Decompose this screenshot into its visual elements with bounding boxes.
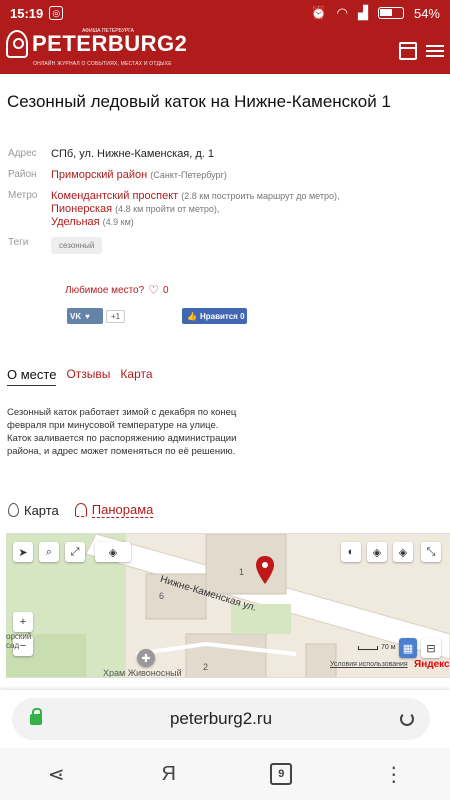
signal-icon: ▟ — [357, 5, 368, 20]
panorama-tab-label: Панорама — [91, 502, 154, 518]
vk-label: VK — [70, 311, 82, 321]
share-icon[interactable]: ⋖ — [36, 754, 76, 794]
fullscreen-icon[interactable]: ⤡ — [421, 542, 441, 562]
metro-label: Метро — [8, 190, 38, 201]
notification-icon: ◎ — [49, 6, 64, 20]
metro-note: (2.8 км построить маршрут до метро), — [181, 191, 340, 201]
site-header: PETERBURG2 АФИША ПЕТЕРБУРГА ОНЛАЙН ЖУРНА… — [0, 26, 450, 74]
battery-icon — [377, 7, 404, 19]
social-buttons: VK ♥ +1 👍 Нравится 0 — [67, 308, 247, 324]
district-note: (Санкт-Петербург) — [150, 170, 227, 180]
metro-link[interactable]: Комендантский проспект — [51, 190, 178, 202]
address-value: СПб, ул. Нижне-Каменская, д. 1 — [51, 148, 215, 160]
map-type-icon[interactable]: ◈ — [367, 542, 387, 562]
tags-row: Теги сезонный — [8, 237, 438, 254]
address-label: Адрес — [8, 148, 37, 159]
battery-level: 54% — [413, 5, 440, 21]
content-tabs: О месте Отзывы Карта — [7, 367, 153, 386]
favorite-label: Любимое место? — [65, 284, 145, 296]
logo-icon — [6, 30, 28, 58]
ruler-icon[interactable]: ⊟ — [421, 638, 441, 658]
zoom-in-button[interactable]: + — [13, 612, 33, 632]
place-properties: Адрес СПб, ул. Нижне-Каменская, д. 1 Рай… — [8, 148, 438, 262]
tab-map[interactable]: Карта — [120, 367, 152, 386]
browser-nav-bar: ⋖ Я 9 ⋮ — [0, 748, 450, 800]
traffic-icon[interactable]: ◐ — [341, 542, 361, 562]
logo-tagline-top: АФИША ПЕТЕРБУРГА — [82, 28, 134, 34]
panorama-icon — [74, 503, 87, 517]
logo-text: PETERBURG2 — [32, 31, 188, 56]
tab-reviews[interactable]: Отзывы — [66, 367, 110, 386]
alarm-icon: ⏰ — [310, 5, 327, 20]
browser-url-bar: peterburg2.ru — [0, 690, 450, 748]
favorite-button[interactable]: Любимое место? ♡ 0 — [65, 283, 169, 297]
fb-thumb-icon: 👍 — [187, 311, 197, 321]
metro-link[interactable]: Удельная — [51, 216, 100, 228]
menu-icon[interactable] — [426, 42, 444, 60]
route-icon[interactable]: ⤢ — [65, 542, 85, 562]
church-icon: ✚ — [137, 649, 155, 667]
tab-about[interactable]: О месте — [7, 367, 57, 386]
map-brand[interactable]: Яндекс — [414, 659, 450, 670]
panorama-view-tab[interactable]: Панорама — [74, 502, 154, 518]
address-row: Адрес СПб, ул. Нижне-Каменская, д. 1 — [8, 148, 438, 161]
tags-label: Теги — [8, 237, 29, 248]
map-tab-label: Карта — [24, 502, 59, 518]
heart-icon: ♥ — [85, 311, 90, 321]
status-bar: 15:19 ◎ ⏰ ◠ ▟ 54% — [0, 0, 450, 26]
transit-icon[interactable]: ▦ — [399, 638, 417, 658]
scale-bar — [358, 645, 378, 650]
metro-row: Метро Комендантский проспект (2.8 км пос… — [8, 190, 438, 229]
place-description: Сезонный каток работает зимой с декабря … — [7, 407, 237, 457]
more-menu-icon[interactable]: ⋮ — [374, 754, 414, 794]
vk-like-button[interactable]: VK ♥ — [67, 308, 103, 324]
tabs-button[interactable]: 9 — [261, 754, 301, 794]
locate-icon[interactable]: ➤ — [13, 542, 33, 562]
fb-like-label: Нравится 0 — [199, 311, 245, 321]
lock-icon — [30, 707, 42, 725]
calendar-icon[interactable] — [399, 42, 417, 60]
vk-like-count: +1 — [106, 309, 126, 323]
wifi-icon: ◠ — [336, 5, 348, 20]
heart-icon: ♡ — [148, 283, 159, 297]
map-view-tab[interactable]: Карта — [8, 503, 59, 518]
metro-link[interactable]: Пионерская — [51, 203, 112, 215]
map-terms-link[interactable]: Условия использования — [330, 661, 408, 668]
site-logo[interactable]: PETERBURG2 АФИША ПЕТЕРБУРГА ОНЛАЙН ЖУРНА… — [6, 28, 188, 67]
page-title: Сезонный ледовый каток на Нижне-Каменско… — [7, 92, 391, 111]
district-link[interactable]: Приморский район — [51, 169, 147, 181]
church-label: Храм Живоносный — [103, 668, 182, 678]
yandex-icon[interactable]: Я — [149, 754, 189, 794]
reload-icon[interactable] — [400, 712, 414, 726]
tabs-count: 9 — [270, 763, 293, 785]
address-field[interactable]: peterburg2.ru — [12, 698, 430, 740]
tag-badge[interactable]: сезонный — [51, 237, 103, 254]
building-number: 6 — [159, 591, 165, 601]
scale-value: 70 м — [381, 644, 396, 651]
metro-note: (4.8 км пройти от метро), — [115, 204, 220, 214]
logo-tagline: ОНЛАЙН ЖУРНАЛ О СОБЫТИЯХ, МЕСТАХ И ОТДЫХ… — [33, 61, 172, 67]
search-icon[interactable]: ⌕ — [39, 542, 59, 562]
district-row: Район Приморский район (Санкт-Петербург) — [8, 169, 438, 182]
map-marker-icon[interactable] — [256, 556, 274, 584]
favorite-count: 0 — [162, 284, 169, 296]
map-view-tabs: Карта Панорама — [8, 502, 154, 518]
url-text[interactable]: peterburg2.ru — [42, 709, 400, 729]
map-scale: 70 м — [358, 644, 396, 651]
status-time: 15:19 — [10, 5, 44, 21]
map-pin-icon — [8, 503, 19, 517]
building-number: 1 — [239, 567, 245, 577]
fb-like-button[interactable]: 👍 Нравится 0 — [182, 308, 247, 324]
layers-alt-icon[interactable]: ◈ — [393, 542, 413, 562]
layers-icon[interactable]: ◈ — [95, 542, 131, 562]
building-number: 2 — [203, 662, 209, 672]
park-label: орский сад — [6, 632, 32, 650]
district-label: Район — [8, 169, 37, 180]
metro-note: (4.9 км) — [102, 217, 134, 227]
